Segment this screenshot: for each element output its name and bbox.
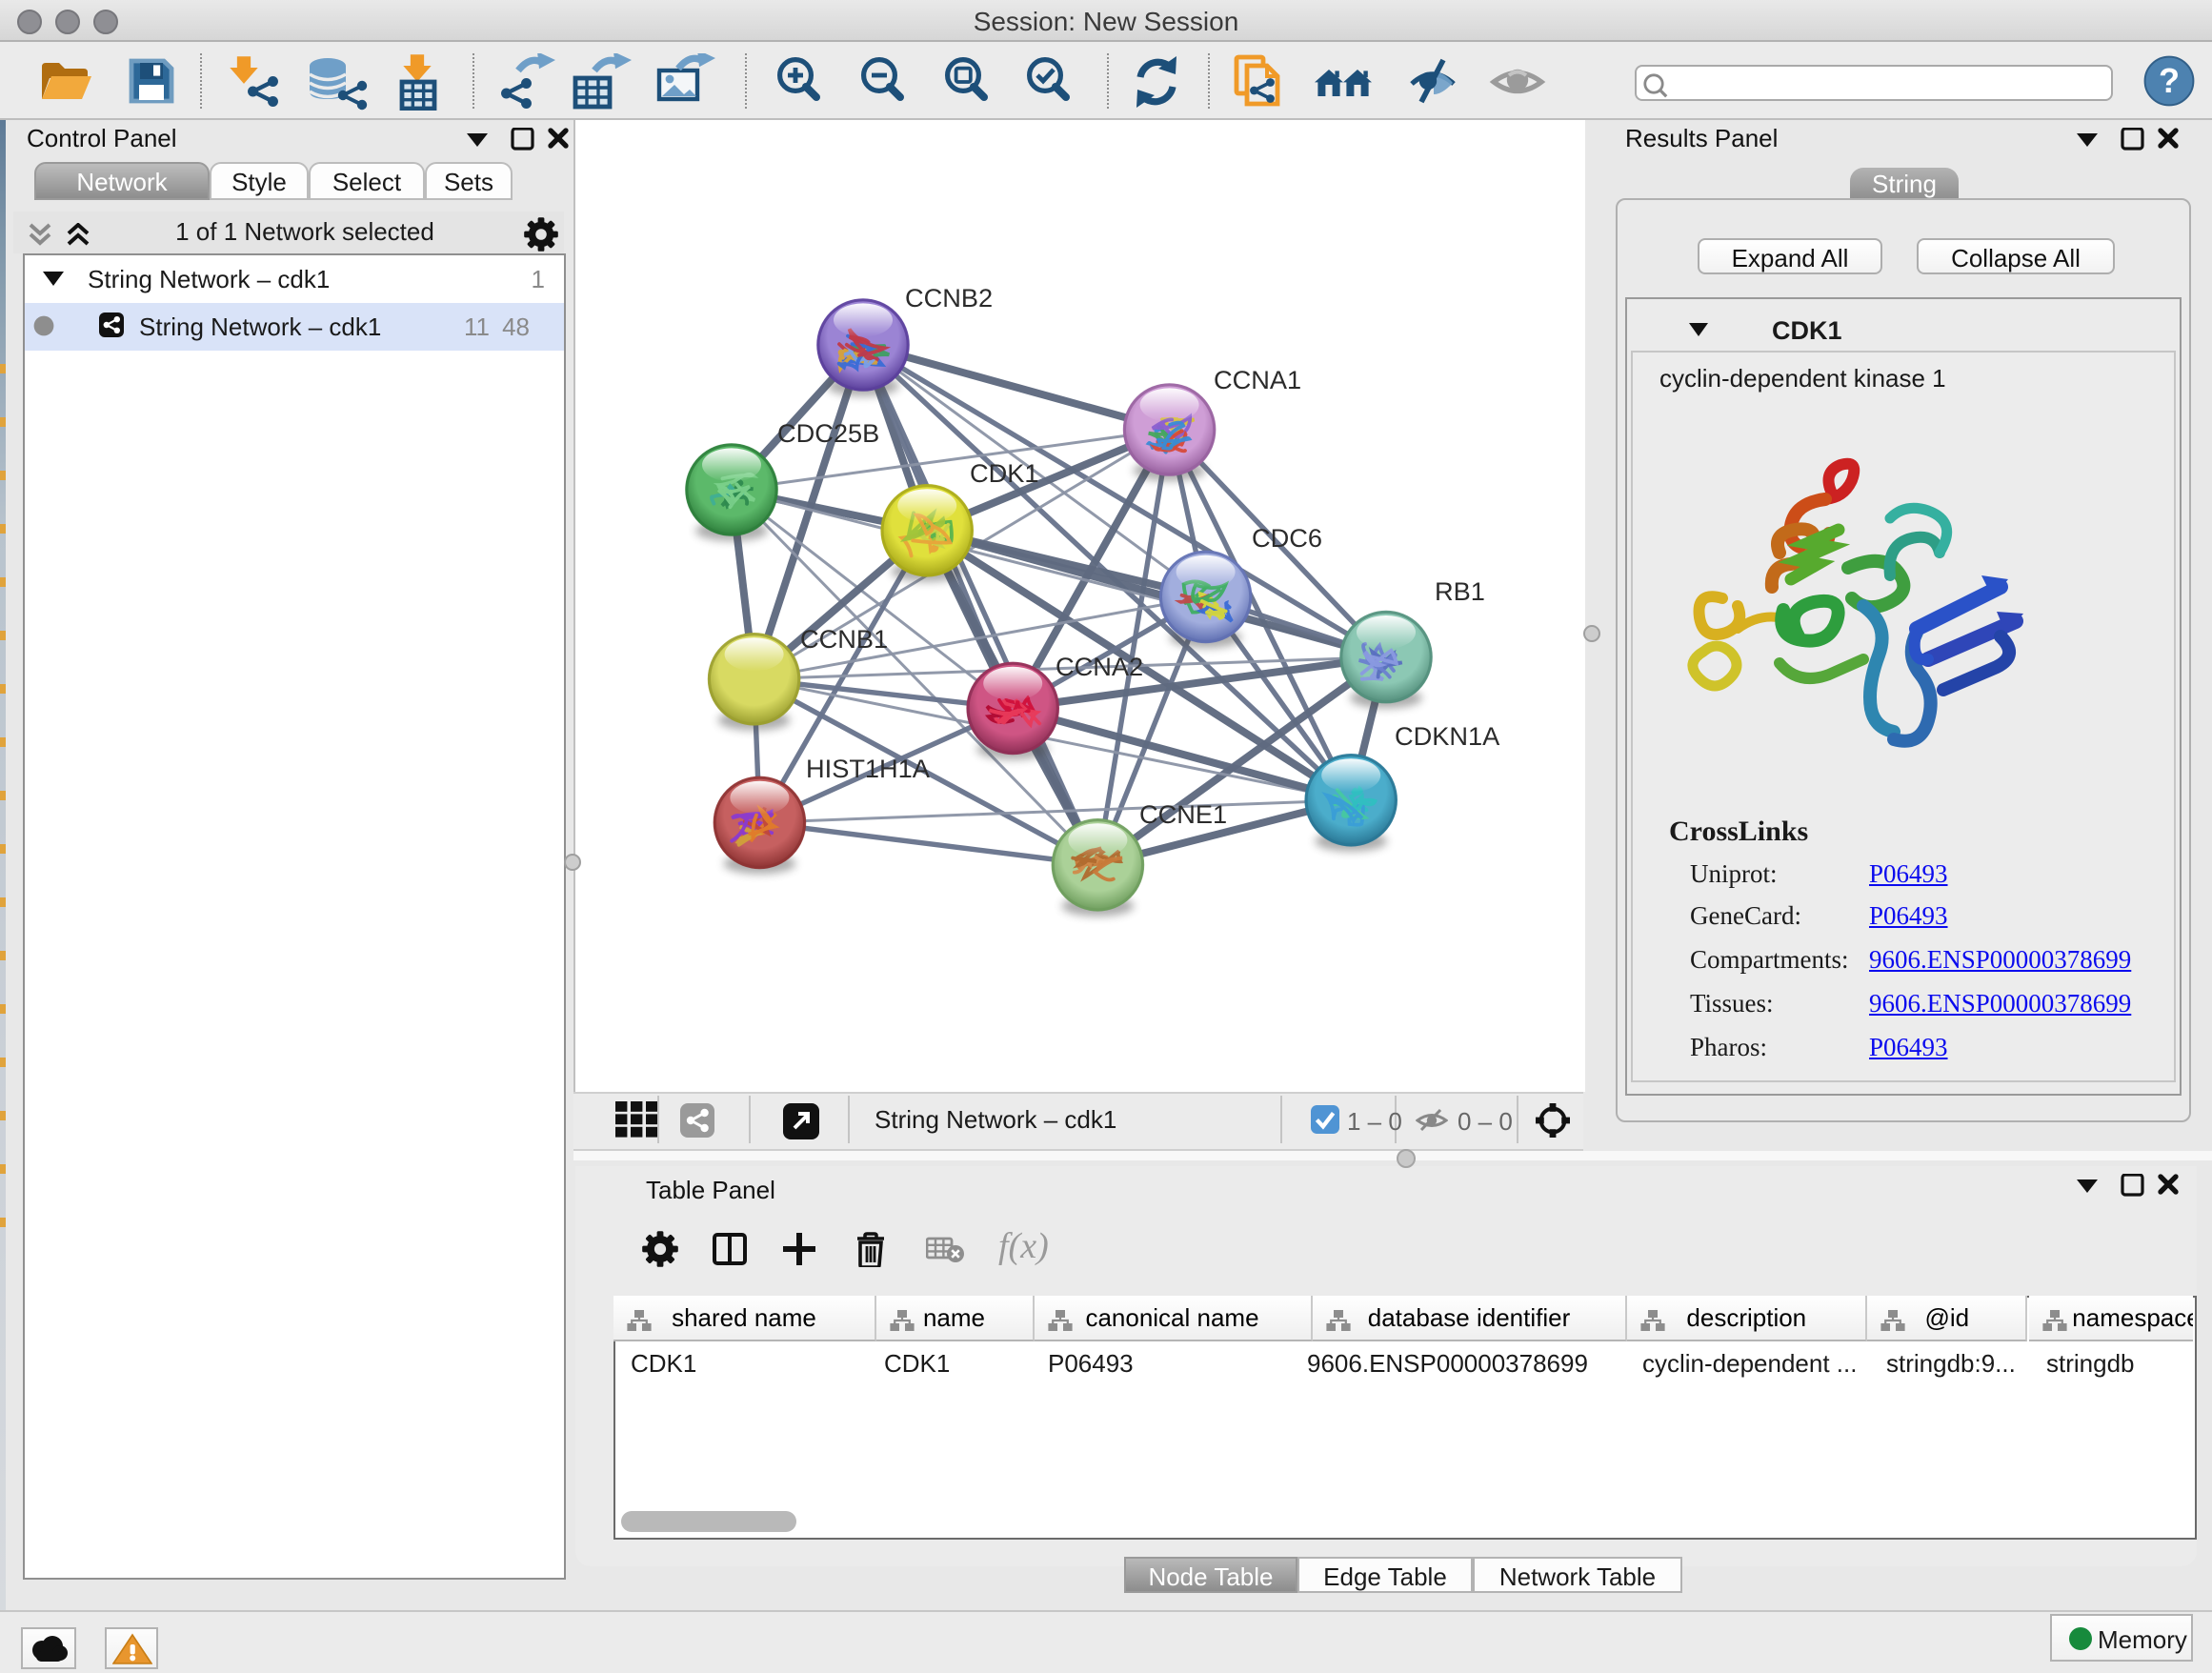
svg-text:RB1: RB1	[1435, 576, 1485, 606]
svg-text:CCNA1: CCNA1	[1214, 365, 1301, 394]
svg-text:HIST1H1A: HIST1H1A	[806, 754, 931, 783]
svg-text:CCNE1: CCNE1	[1139, 799, 1227, 829]
svg-text:?: ?	[2159, 61, 2180, 100]
svg-text:CDKN1A: CDKN1A	[1395, 721, 1500, 751]
svg-text:CDK1: CDK1	[970, 458, 1039, 488]
svg-text:CCNA2: CCNA2	[1056, 652, 1143, 681]
svg-text:CCNB2: CCNB2	[905, 283, 993, 312]
svg-text:CCNB1: CCNB1	[800, 624, 888, 654]
svg-text:CDC25B: CDC25B	[777, 418, 879, 448]
svg-text:CDC6: CDC6	[1252, 523, 1322, 553]
